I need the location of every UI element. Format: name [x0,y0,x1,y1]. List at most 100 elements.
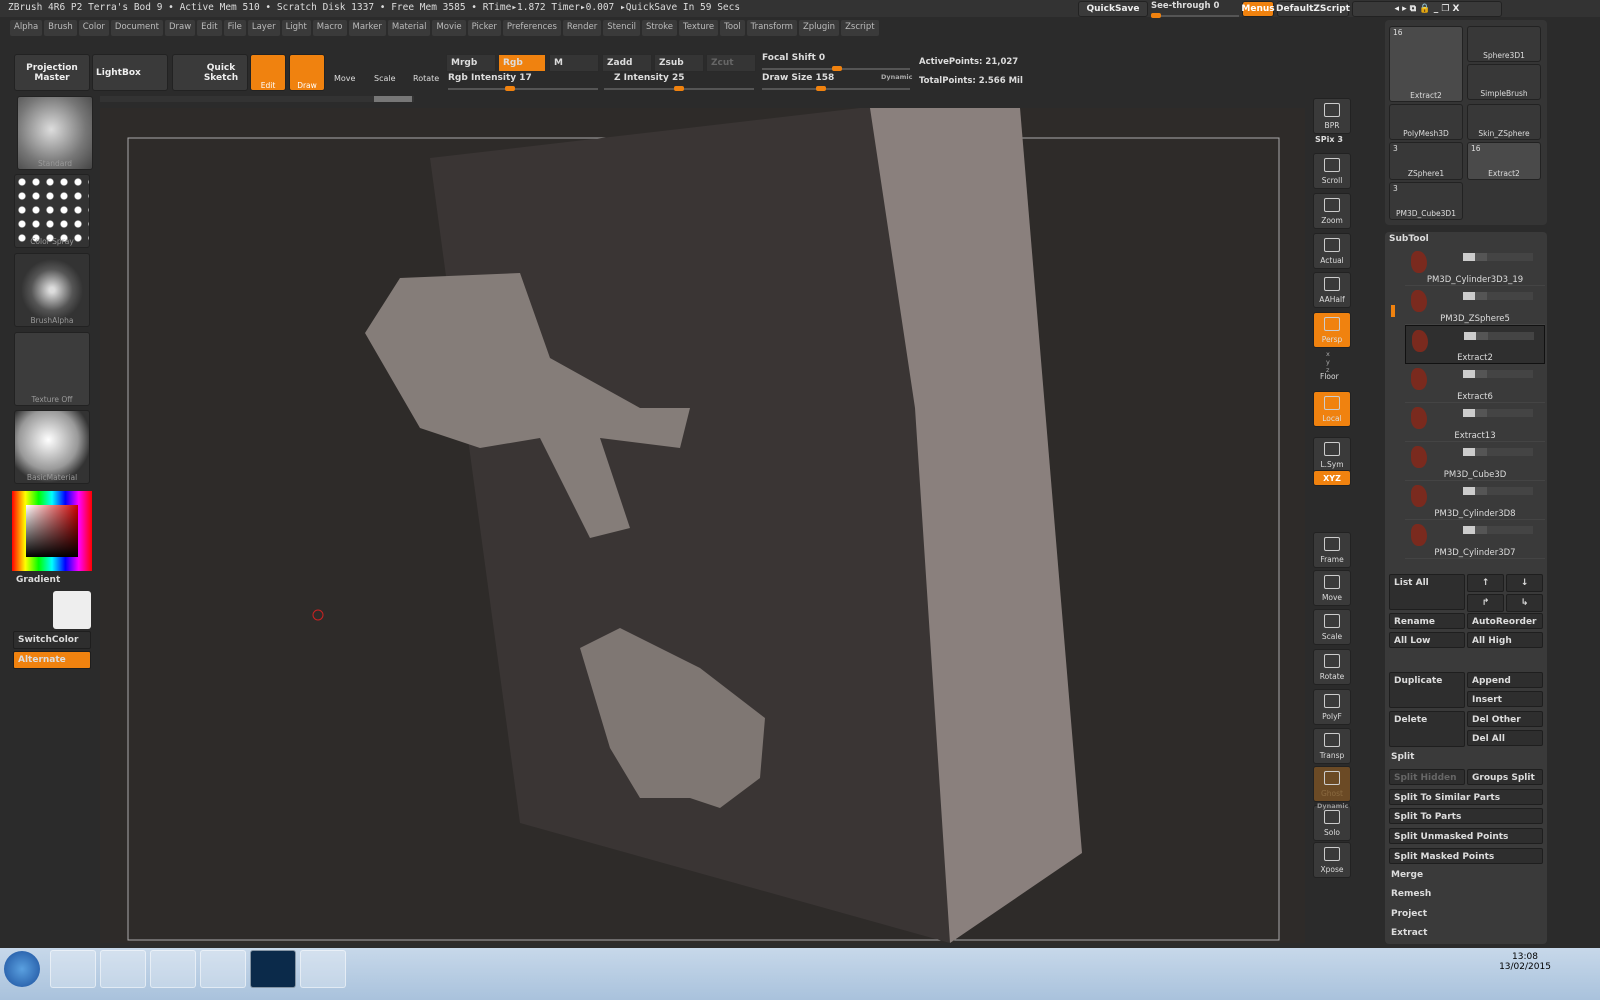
tool-thumb-3[interactable]: PolyMesh3D [1389,104,1463,140]
ie-taskbar-icon[interactable] [50,950,96,988]
switchcolor-button[interactable]: SwitchColor [13,631,91,649]
move-button[interactable]: Move [334,74,355,83]
rgb-intensity-slider[interactable] [448,86,598,91]
subtool-visibility-toggles[interactable] [1464,332,1534,340]
stroke-color-spray-thumb[interactable]: Color Spray [14,174,90,248]
subtool-visibility-toggles[interactable] [1463,448,1533,456]
menu-draw[interactable]: Draw [164,20,196,36]
menu-marker[interactable]: Marker [348,20,386,36]
transp-button[interactable]: Transp [1313,728,1351,764]
menu-preferences[interactable]: Preferences [502,20,561,36]
subtool-visibility-toggles[interactable] [1463,292,1533,300]
start-button[interactable] [4,951,40,987]
subtool-item[interactable]: PM3D_Cylinder3D8 [1405,481,1545,520]
zadd-button[interactable]: Zadd [602,54,652,72]
color-picker[interactable] [12,491,92,571]
del-all-button[interactable]: Del All [1467,730,1543,746]
tool-thumb-7[interactable]: 3 PM3D_Cube3D1 [1389,182,1463,220]
zbrush-taskbar-icon[interactable] [200,950,246,988]
rgb-button[interactable]: Rgb [498,54,546,72]
split-similar-button[interactable]: Split To Similar Parts [1389,789,1543,805]
lsym-button[interactable]: L.Sym [1313,437,1351,473]
all-low-button[interactable]: All Low [1389,632,1465,648]
project-section[interactable]: Project [1391,909,1427,919]
tool-thumb-1[interactable]: Sphere3D1 [1467,26,1541,62]
ghost-button[interactable]: Ghost [1313,766,1351,802]
menu-layer[interactable]: Layer [247,20,280,36]
subtool-item[interactable]: Extract6 [1405,364,1545,403]
secondary-color-swatch[interactable] [53,591,91,629]
menu-zplugin[interactable]: Zplugin [798,20,840,36]
frame-button[interactable]: Frame [1313,532,1351,568]
local-button[interactable]: Local [1313,391,1351,427]
bpr-button[interactable]: BPR [1313,98,1351,134]
focal-shift-slider[interactable] [762,66,910,71]
menu-brush[interactable]: Brush [44,20,77,36]
z-intensity-slider[interactable] [604,86,754,91]
brush-standard-thumb[interactable]: Standard [17,96,93,170]
append-button[interactable]: Append [1467,672,1543,688]
draw-size-slider[interactable] [762,86,910,91]
lightbox-button[interactable]: LightBox [92,54,168,91]
rename-button[interactable]: Rename [1389,613,1465,629]
subtool-visibility-toggles[interactable] [1463,370,1533,378]
menu-edit[interactable]: Edit [197,20,222,36]
remesh-section[interactable]: Remesh [1391,889,1431,899]
subtool-visibility-toggles[interactable] [1463,253,1533,261]
photoshop-taskbar-icon[interactable] [250,950,296,988]
menu-material[interactable]: Material [387,20,431,36]
menu-alpha[interactable]: Alpha [10,20,43,36]
all-high-button[interactable]: All High [1467,632,1543,648]
explorer-taskbar-icon[interactable] [100,950,146,988]
menu-movie[interactable]: Movie [432,20,466,36]
tool-thumb-0[interactable]: 16 Extract2 [1389,26,1463,102]
quick-sketch-button[interactable]: Quick Sketch [172,54,248,91]
scale-button[interactable]: Scale [1313,609,1351,645]
menu-tool[interactable]: Tool [720,20,745,36]
quicksave-button[interactable]: QuickSave [1078,1,1148,17]
projection-master-button[interactable]: Projection Master [14,54,90,91]
clock[interactable]: 13:08 13/02/2015 [1490,952,1560,972]
mrgb-button[interactable]: Mrgb [446,54,496,72]
window-controls[interactable]: ◂ ▸ ⧉ 🔒 _ ❐ X [1352,1,1502,17]
rotate-button[interactable]: Rotate [1313,649,1351,685]
merge-section[interactable]: Merge [1391,870,1423,880]
zoom-button[interactable]: Zoom [1313,193,1351,229]
viewport-canvas[interactable] [100,108,1305,943]
zsub-button[interactable]: Zsub [654,54,704,72]
menus-button[interactable]: Menus [1241,1,1275,17]
firefox-taskbar-icon[interactable] [300,950,346,988]
actual-button[interactable]: Actual [1313,233,1351,269]
m-button[interactable]: M [549,54,599,72]
rotate-button[interactable]: Rotate [413,74,439,83]
scroll-button[interactable]: Scroll [1313,153,1351,189]
subtool-item[interactable]: PM3D_Cylinder3D3_19 [1405,247,1545,286]
move-redo-button[interactable]: ↱ [1467,594,1504,612]
media-player-taskbar-icon[interactable] [150,950,196,988]
dynamic-toggle[interactable]: Dynamic [881,73,913,81]
list-all-button[interactable]: List All [1389,574,1465,610]
tool-thumb-6[interactable]: 16 Extract2 [1467,142,1541,180]
edit-button[interactable]: Edit [250,54,286,91]
alpha-thumb[interactable]: BrushAlpha [14,253,90,327]
subtool-item[interactable]: Extract2 [1405,325,1545,364]
menu-stencil[interactable]: Stencil [603,20,640,36]
aahalf-button[interactable]: AAHalf [1313,272,1351,308]
xyz-rotation-button[interactable]: XYZ [1313,470,1351,486]
menu-stroke[interactable]: Stroke [641,20,678,36]
draw-button[interactable]: Draw [289,54,325,91]
move-down-button[interactable]: ↓ [1506,574,1543,592]
menu-picker[interactable]: Picker [467,20,501,36]
split-parts-button[interactable]: Split To Parts [1389,808,1543,824]
menu-color[interactable]: Color [78,20,109,36]
menu-transform[interactable]: Transform [746,20,797,36]
material-thumb[interactable]: BasicMaterial [14,410,90,484]
menu-light[interactable]: Light [281,20,311,36]
duplicate-button[interactable]: Duplicate [1389,672,1465,708]
move-button[interactable]: Move [1313,570,1351,606]
split-unmasked-button[interactable]: Split Unmasked Points [1389,828,1543,844]
spix-slider[interactable]: SPix 3 [1315,135,1343,144]
subtool-item[interactable]: PM3D_Cube3D [1405,442,1545,481]
split-masked-button[interactable]: Split Masked Points [1389,848,1543,864]
tool-thumb-2[interactable]: SimpleBrush [1467,64,1541,100]
